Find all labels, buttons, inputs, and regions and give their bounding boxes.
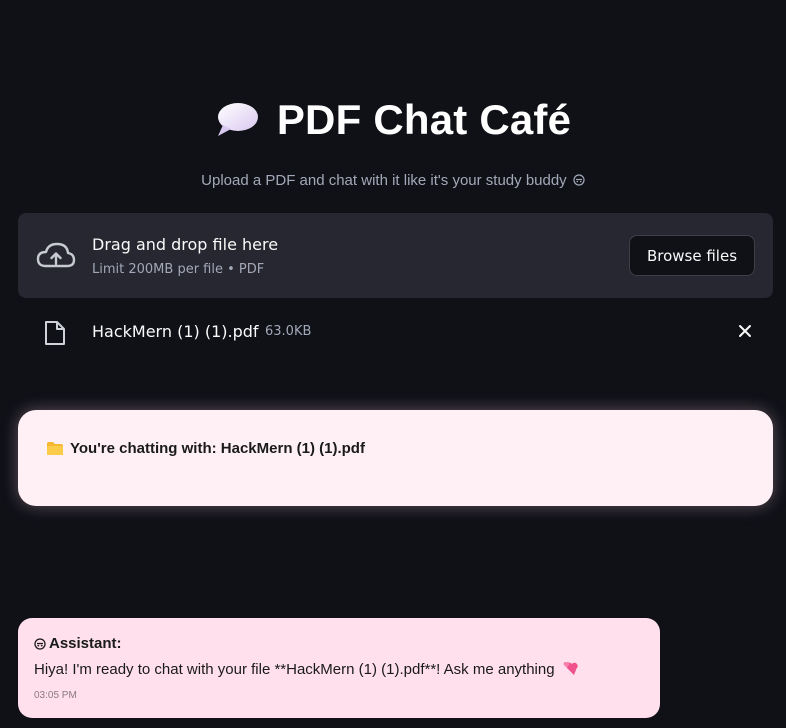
page-title: PDF Chat Café	[276, 96, 572, 143]
robot-icon	[34, 637, 46, 650]
subtitle-text: Upload a PDF and chat with it like it's …	[201, 172, 567, 189]
speech-bubble-icon	[217, 103, 258, 136]
assistant-message: Assistant: Hiya! I'm ready to chat with …	[18, 618, 660, 718]
uploaded-file-size: 63.0KB	[265, 324, 312, 339]
browse-files-button[interactable]: Browse files	[629, 235, 755, 276]
assistant-message-text: Hiya! I'm ready to chat with your file *…	[34, 661, 555, 678]
cloud-upload-icon	[36, 242, 76, 268]
uploaded-file-name: HackMern (1) (1).pdf	[92, 322, 259, 341]
two-hearts-icon	[563, 661, 578, 675]
robot-icon	[573, 174, 585, 186]
file-uploader-dropzone[interactable]: Drag and drop file here Limit 200MB per …	[18, 213, 773, 298]
assistant-role-label: Assistant:	[49, 635, 122, 652]
message-timestamp: 03:05 PM	[34, 690, 77, 701]
dropzone-title: Drag and drop file here	[92, 235, 279, 254]
page-subtitle: Upload a PDF and chat with it like it's …	[0, 172, 786, 189]
dropzone-limit: Limit 200MB per file • PDF	[92, 262, 265, 277]
chatting-with-text: You're chatting with: HackMern (1) (1).p…	[70, 440, 365, 457]
page-header: PDF Chat Café	[0, 96, 786, 144]
chatting-with-card: You're chatting with: HackMern (1) (1).p…	[18, 410, 773, 506]
folder-icon	[47, 442, 63, 455]
close-icon[interactable]	[738, 324, 752, 338]
assistant-header: Assistant:	[34, 635, 122, 652]
uploaded-file-row: HackMern (1) (1).pdf 63.0KB	[40, 316, 762, 350]
file-icon	[45, 321, 65, 345]
app-page: PDF Chat Café Upload a PDF and chat with…	[0, 0, 786, 728]
assistant-message-text-row: Hiya! I'm ready to chat with your file *…	[34, 660, 581, 678]
